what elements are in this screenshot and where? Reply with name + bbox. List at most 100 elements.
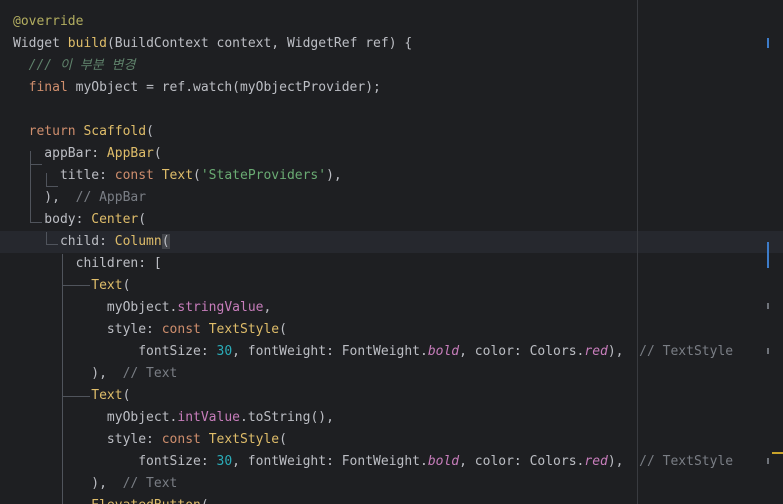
code-text: return Scaffold(	[13, 121, 154, 143]
code-token: intValue	[177, 410, 240, 425]
code-token: TextStyle	[208, 322, 280, 337]
code-line[interactable]: /// 이 부분 변경	[0, 55, 783, 77]
code-line[interactable]: ElevatedButton(	[0, 495, 783, 504]
code-text: Text(	[13, 275, 130, 297]
code-token: ),	[13, 476, 123, 491]
code-lines[interactable]: @override Widget build(BuildContext conte…	[0, 11, 783, 504]
code-line[interactable]: fontSize: 30, fontWeight: FontWeight.bol…	[0, 341, 783, 363]
code-token: child:	[13, 234, 115, 249]
code-token: Text	[161, 168, 194, 183]
code-token: // TextStyle	[639, 454, 734, 469]
code-line[interactable]: style: const TextStyle(	[0, 429, 783, 451]
code-line[interactable]: Widget build(BuildContext context, Widge…	[0, 33, 783, 55]
code-token: title:	[13, 168, 115, 183]
code-line[interactable]: Text(	[0, 385, 783, 407]
warning-marker	[772, 452, 783, 454]
indent-guide	[46, 186, 58, 187]
code-token: (	[161, 234, 170, 249]
code-line[interactable]: myObject.stringValue,	[0, 297, 783, 319]
code-text: final myObject = ref.watch(myObjectProvi…	[13, 77, 381, 99]
code-token: Text	[91, 278, 123, 293]
code-text: @override	[13, 11, 83, 33]
code-line[interactable]: @override	[0, 11, 783, 33]
code-token: body:	[13, 212, 92, 227]
code-token: (	[279, 432, 287, 447]
code-token: ElevatedButton	[91, 498, 201, 504]
code-token: /// 이 부분 변경	[13, 58, 136, 73]
code-token: // AppBar	[75, 190, 147, 205]
code-text: ), // AppBar	[13, 187, 146, 209]
code-token: myObject = ref.watch(myObjectProvider);	[75, 80, 381, 95]
code-text: ElevatedButton(	[13, 495, 208, 504]
code-token: // Text	[122, 366, 178, 381]
inlay-marker	[767, 458, 769, 464]
code-text: title: const Text('StateProviders'),	[13, 165, 342, 187]
code-token: (	[193, 168, 201, 183]
code-text: ), // Text	[13, 473, 177, 495]
code-token: fontSize:	[13, 344, 217, 359]
indent-guide	[30, 151, 31, 222]
inlay-marker	[767, 303, 769, 309]
code-token: (	[138, 212, 147, 227]
code-line[interactable]: final myObject = ref.watch(myObjectProvi…	[0, 77, 783, 99]
code-token: Widget	[13, 36, 68, 51]
indent-guide	[46, 244, 58, 245]
code-token: Column	[114, 234, 162, 249]
code-text: child: Column(	[13, 231, 170, 253]
code-line[interactable]: return Scaffold(	[0, 121, 783, 143]
code-token: final	[28, 80, 76, 95]
code-text: ), // Text	[13, 363, 177, 385]
code-token: .toString(),	[240, 410, 334, 425]
code-token: Text	[91, 388, 123, 403]
code-token: ),	[607, 454, 640, 469]
indent-guide	[46, 232, 47, 244]
code-text: /// 이 부분 변경	[13, 55, 136, 77]
code-token: (BuildContext context, WidgetRef ref) {	[106, 36, 413, 51]
indent-guide	[62, 254, 63, 504]
code-token: 'StateProviders'	[200, 168, 327, 183]
code-line[interactable]: ), // AppBar	[0, 187, 783, 209]
code-token: stringValue	[177, 300, 264, 315]
code-line[interactable]	[0, 99, 783, 121]
code-line[interactable]: child: Column(	[0, 231, 783, 253]
code-token: Scaffold	[83, 124, 147, 139]
code-text: appBar: AppBar(	[13, 143, 161, 165]
code-line[interactable]: body: Center(	[0, 209, 783, 231]
code-token: , color: Colors.	[459, 344, 585, 359]
code-line[interactable]: ), // Text	[0, 363, 783, 385]
right-margin-guide	[637, 0, 638, 504]
code-token: (	[122, 278, 131, 293]
code-token: (	[279, 322, 287, 337]
code-line[interactable]: myObject.intValue.toString(),	[0, 407, 783, 429]
code-text: body: Center(	[13, 209, 146, 231]
code-token: 30	[216, 454, 233, 469]
code-line[interactable]: style: const TextStyle(	[0, 319, 783, 341]
code-token: // TextStyle	[639, 344, 734, 359]
code-line[interactable]: ), // Text	[0, 473, 783, 495]
code-line[interactable]: appBar: AppBar(	[0, 143, 783, 165]
code-token: AppBar	[106, 146, 154, 161]
code-token: appBar:	[13, 146, 107, 161]
code-token: ),	[13, 366, 123, 381]
code-editor[interactable]: @override Widget build(BuildContext conte…	[0, 0, 783, 504]
code-token: // Text	[122, 476, 178, 491]
code-token: bold	[427, 344, 460, 359]
code-token: fontSize:	[13, 454, 217, 469]
code-token: style:	[13, 432, 162, 447]
code-token: const	[161, 322, 209, 337]
code-token: children: [	[13, 256, 162, 271]
indent-guide	[30, 222, 42, 223]
code-line[interactable]: title: const Text('StateProviders'),	[0, 165, 783, 187]
code-text: fontSize: 30, fontWeight: FontWeight.bol…	[13, 341, 733, 363]
indent-guide	[62, 285, 90, 286]
code-token: TextStyle	[208, 432, 280, 447]
indent-guide	[46, 173, 47, 186]
code-line[interactable]: Text(	[0, 275, 783, 297]
code-line[interactable]: fontSize: 30, fontWeight: FontWeight.bol…	[0, 451, 783, 473]
code-line[interactable]: children: [	[0, 253, 783, 275]
code-token: Center	[91, 212, 139, 227]
code-text: style: const TextStyle(	[13, 319, 287, 341]
